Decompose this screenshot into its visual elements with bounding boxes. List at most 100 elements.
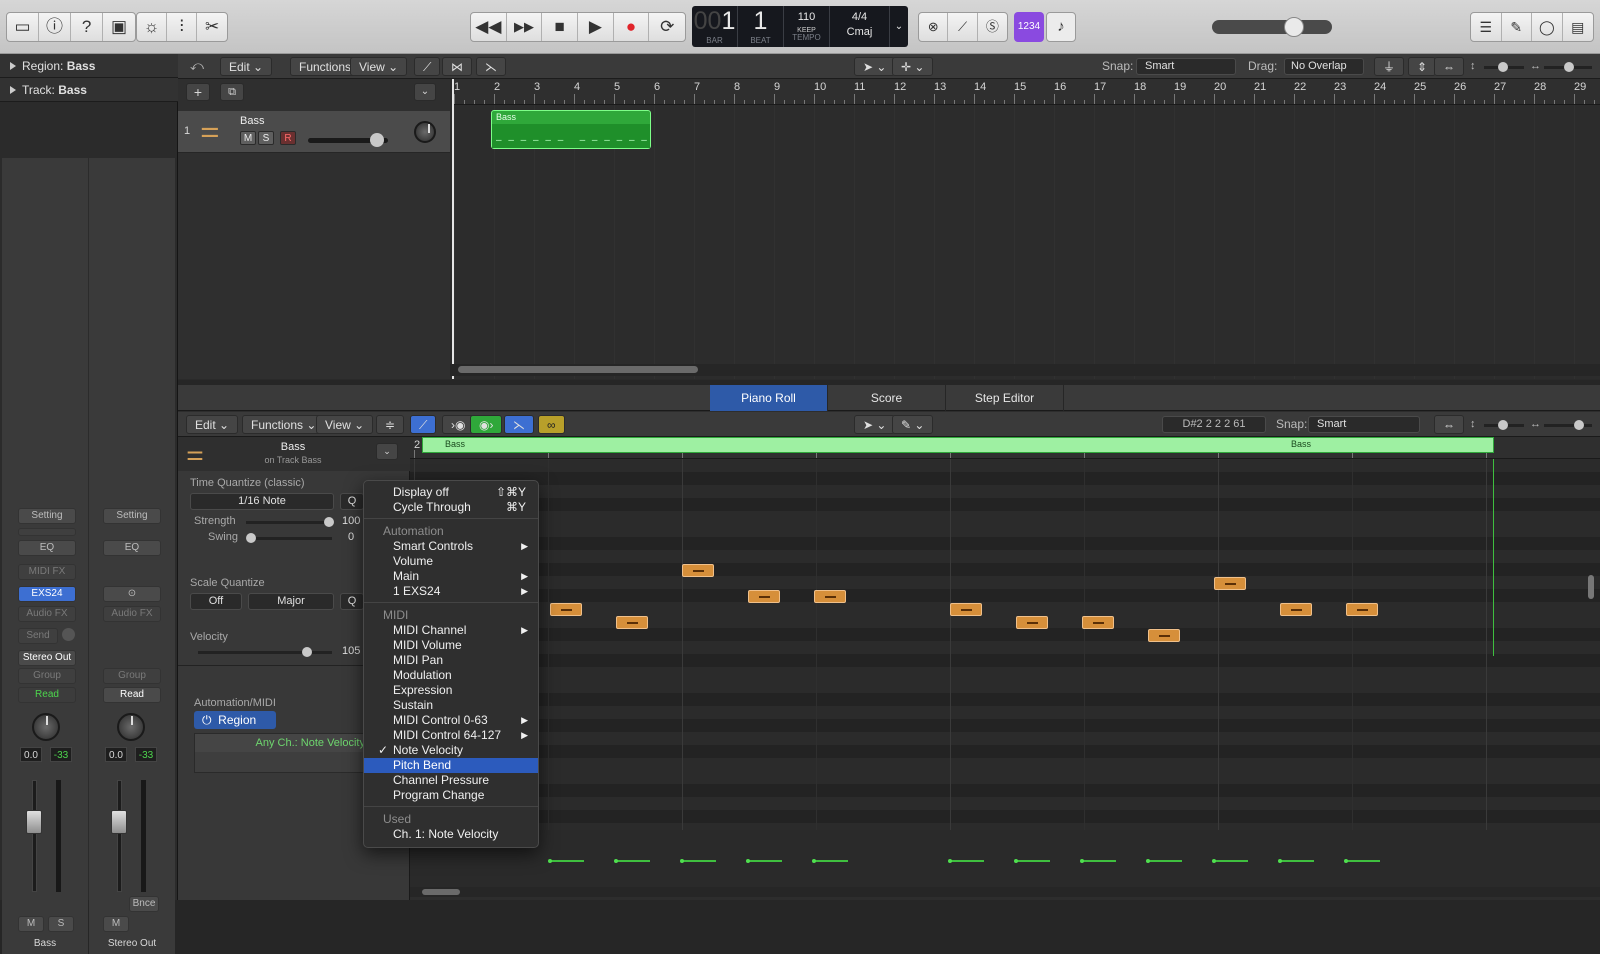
smart-controls-icon[interactable]: ☼	[137, 13, 168, 41]
velocity-bar[interactable]	[1280, 860, 1314, 862]
velocity-slider[interactable]	[198, 647, 332, 657]
mute-button[interactable]: M	[18, 916, 44, 932]
pr-pencil-tool-icon[interactable]: ✎ ⌄	[892, 415, 934, 434]
menu-cycle-through[interactable]: Cycle Through ⌘Y	[364, 500, 538, 515]
strength-slider[interactable]	[246, 517, 334, 527]
notepad-icon[interactable]: ✎	[1502, 13, 1533, 41]
menu-sustain[interactable]: Sustain	[364, 698, 538, 713]
pr-region-bar[interactable]: Bass Bass	[422, 437, 1494, 453]
output-slot[interactable]: Stereo Out	[18, 650, 76, 666]
setting-button[interactable]: Setting	[103, 508, 161, 524]
eq-button[interactable]: EQ	[103, 540, 161, 556]
velocity-lane[interactable]	[410, 830, 1600, 890]
horizontal-fit-icon[interactable]: ⇔	[1434, 57, 1464, 76]
audio-fx-slot[interactable]: Audio FX	[18, 606, 76, 622]
rewind-icon[interactable]: ◀◀	[471, 13, 507, 41]
pointer-tool-icon[interactable]: ➤ ⌄	[854, 57, 896, 76]
pr-fit-icon[interactable]: ⇔	[1434, 415, 1464, 434]
loop-browser-icon[interactable]: ◯	[1532, 13, 1563, 41]
velocity-point[interactable]	[680, 859, 684, 863]
master-volume-slider[interactable]	[1212, 20, 1332, 34]
velocity-point[interactable]	[1344, 859, 1348, 863]
snap-select[interactable]: Smart	[1136, 58, 1236, 75]
vertical-fit-icon[interactable]: ⇕	[1408, 57, 1437, 76]
volume-fader-cap[interactable]	[26, 810, 42, 834]
duplicate-track-icon[interactable]: ⧉	[220, 83, 244, 101]
pr-scrollbar-thumb[interactable]	[422, 889, 460, 895]
volume-fader-track[interactable]	[32, 780, 37, 892]
scale-quantize-mode-select[interactable]: Major	[248, 593, 334, 610]
menu-midi-control-64-127[interactable]: MIDI Control 64-127 ▶	[364, 728, 538, 743]
browsers-icon[interactable]: ▤	[1563, 13, 1593, 41]
solo-button[interactable]: S	[48, 916, 74, 932]
toolbar-icon[interactable]: ▣	[103, 13, 135, 41]
automation-lane-value[interactable]: Any Ch.: Note Velocity	[195, 734, 375, 752]
eq-button[interactable]: EQ	[18, 540, 76, 556]
velocity-bar[interactable]	[682, 860, 716, 862]
send-knob[interactable]	[62, 628, 75, 641]
group-slot[interactable]: Group	[103, 668, 161, 684]
horizontal-zoom-slider[interactable]	[1544, 62, 1592, 72]
track-pan-knob[interactable]	[414, 121, 436, 143]
velocity-bar[interactable]	[1214, 860, 1248, 862]
automation-mode-button[interactable]: Read	[18, 687, 76, 703]
velocity-bar[interactable]	[550, 860, 584, 862]
scale-quantize-key-select[interactable]: Off	[190, 593, 242, 610]
send-slot[interactable]: Send	[18, 628, 58, 644]
mixer-icon[interactable]: ⫶	[167, 13, 198, 41]
library-icon[interactable]: ▭	[7, 13, 40, 41]
inspector-region-row[interactable]: Region: Bass	[0, 54, 178, 78]
pan-knob[interactable]	[32, 713, 60, 741]
midi-note[interactable]	[682, 564, 714, 577]
bounce-button[interactable]: Bnce	[129, 896, 159, 912]
menu-exs24[interactable]: 1 EXS24 ▶	[364, 584, 538, 599]
track-row-bass[interactable]: 1 ⚌ Bass M S R	[178, 111, 450, 153]
lcd-chevron-down-icon[interactable]: ⌄	[890, 6, 908, 47]
pr-view-menu[interactable]: View ⌄	[316, 415, 374, 434]
velocity-point[interactable]	[614, 859, 618, 863]
track-record-button[interactable]: R	[280, 131, 296, 145]
editors-scissors-icon[interactable]: ✂	[197, 13, 227, 41]
region-automation-button[interactable]: ⏻ Region	[194, 711, 276, 729]
menu-pitch-bend[interactable]: Pitch Bend	[364, 758, 538, 773]
midi-note[interactable]	[616, 616, 648, 629]
note-grid[interactable]	[410, 459, 1600, 869]
stop-icon[interactable]: ■	[542, 13, 579, 41]
play-icon[interactable]: ▶	[578, 13, 614, 41]
menu-midi-channel[interactable]: MIDI Channel ▶	[364, 623, 538, 638]
automation-mode-button[interactable]: Read	[103, 687, 161, 703]
drag-select[interactable]: No Overlap	[1284, 58, 1364, 75]
pr-vertical-zoom-slider[interactable]	[1484, 420, 1524, 430]
inspector-icon[interactable]: ⓘ	[39, 13, 72, 41]
waveform-zoom-icon[interactable]: ⏚	[1374, 57, 1405, 76]
swing-slider[interactable]	[246, 533, 332, 543]
replace-icon[interactable]: ⊗	[919, 13, 949, 41]
time-quantize-q-button[interactable]: Q	[340, 493, 364, 510]
menu-display-off[interactable]: Display off ⇧⌘Y	[364, 485, 538, 500]
global-tracks-icon[interactable]: ⌄	[414, 83, 436, 101]
group-slot[interactable]: Group	[18, 668, 76, 684]
velocity-point[interactable]	[812, 859, 816, 863]
tab-step-editor[interactable]: Step Editor	[946, 385, 1064, 411]
tracks-edit-menu[interactable]: Edit ⌄	[220, 57, 273, 76]
metronome-icon[interactable]: ♪	[1046, 12, 1076, 42]
volume-fader-track[interactable]	[117, 780, 122, 892]
cycle-icon[interactable]: ⟳	[649, 13, 685, 41]
volume-fader-cap[interactable]	[111, 810, 127, 834]
record-icon[interactable]: ●	[614, 13, 650, 41]
velocity-bar[interactable]	[1082, 860, 1116, 862]
track-volume-slider[interactable]	[308, 133, 388, 147]
pr-edit-menu[interactable]: Edit ⌄	[186, 415, 239, 434]
menu-program-change[interactable]: Program Change	[364, 788, 538, 803]
pr-header-menu-icon[interactable]: ⌄	[376, 443, 398, 460]
secondary-tool-icon[interactable]: ✛ ⌄	[892, 57, 934, 76]
velocity-bar[interactable]	[616, 860, 650, 862]
pr-link-icon[interactable]: ∞	[538, 415, 565, 434]
midi-note[interactable]	[550, 603, 582, 616]
pan-knob[interactable]	[117, 713, 145, 741]
menu-modulation[interactable]: Modulation	[364, 668, 538, 683]
velocity-point[interactable]	[746, 859, 750, 863]
midi-fx-slot[interactable]: MIDI FX	[18, 564, 76, 580]
velocity-bar[interactable]	[1346, 860, 1380, 862]
instrument-slot[interactable]: EXS24	[18, 586, 76, 602]
